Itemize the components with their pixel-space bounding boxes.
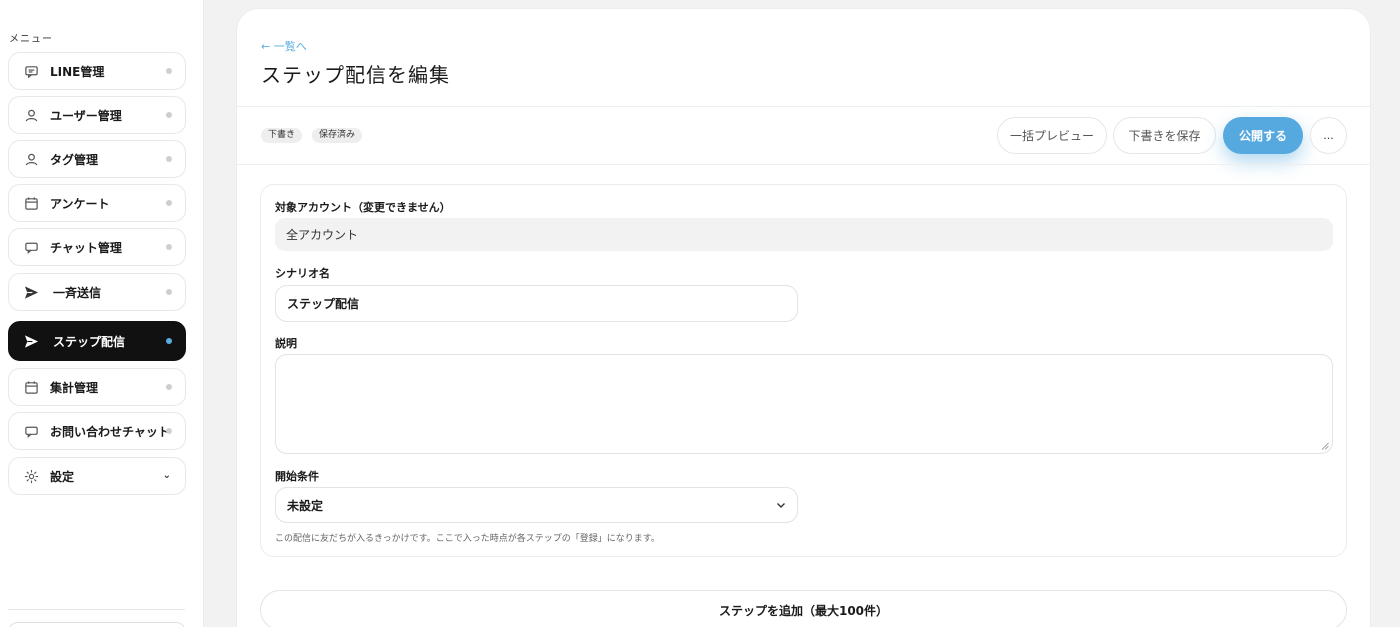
sidebar-item-label: ユーザー管理 (50, 108, 122, 123)
status-dot (166, 68, 172, 74)
chevron-down-icon (777, 503, 785, 508)
scenario-name-input[interactable]: ステップ配信 (275, 285, 798, 322)
gear-icon (23, 468, 39, 484)
sidebar: メニュー LINE管理 ユーザー管理 タグ管理 アンケート チャット管理 一斉送… (0, 0, 204, 627)
back-to-list-link[interactable]: ← 一覧へ (261, 38, 307, 54)
status-dot (166, 156, 172, 162)
main-card: ← 一覧へ ステップ配信を編集 下書き 保存済み 一括プレビュー 下書きを保存 … (237, 9, 1370, 627)
send-icon (23, 284, 39, 300)
sidebar-divider (8, 609, 185, 610)
account-field: 全アカウント (275, 218, 1333, 251)
divider (237, 106, 1370, 107)
description-textarea[interactable] (275, 354, 1333, 454)
sidebar-item-tag-management[interactable]: タグ管理 (8, 140, 186, 178)
start-condition-label: 開始条件 (275, 470, 319, 483)
sidebar-item-survey[interactable]: アンケート (8, 184, 186, 222)
bulk-preview-button[interactable]: 一括プレビュー (997, 117, 1107, 154)
status-dot (166, 200, 172, 206)
sidebar-item-label: タグ管理 (50, 152, 99, 167)
sidebar-footer-box[interactable] (8, 622, 186, 627)
status-badge-saved: 保存済み (312, 128, 363, 143)
sidebar-item-label: アンケート (50, 196, 110, 211)
account-label: 対象アカウント（変更できません） (275, 201, 451, 214)
scenario-name-label: シナリオ名 (275, 267, 330, 280)
active-dot (166, 338, 172, 344)
sidebar-item-label: 集計管理 (50, 380, 99, 395)
divider (237, 164, 1370, 165)
sidebar-item-label: 一斉送信 (53, 285, 102, 300)
menu-label: メニュー (9, 34, 53, 45)
chat-bubble-icon (23, 63, 39, 79)
calendar-icon (23, 379, 39, 395)
calendar-icon (23, 195, 39, 211)
status-dot (166, 289, 172, 295)
description-label: 説明 (275, 337, 297, 350)
sidebar-item-broadcast[interactable]: 一斉送信 (8, 273, 186, 311)
sidebar-item-step-delivery[interactable]: ステップ配信 (8, 321, 186, 361)
user-icon (23, 107, 39, 123)
sidebar-item-label: ステップ配信 (53, 334, 126, 349)
resize-handle-icon[interactable] (1321, 442, 1329, 450)
sidebar-item-label: チャット管理 (50, 240, 122, 255)
more-options-button[interactable]: ... (1310, 117, 1347, 154)
sidebar-item-settings[interactable]: 設定 ⌄ (8, 457, 186, 495)
sidebar-item-label: 設定 (50, 469, 75, 484)
status-dot (166, 428, 172, 434)
sidebar-item-label: お問い合わせチャット (50, 424, 170, 439)
sidebar-item-line-management[interactable]: LINE管理 (8, 52, 186, 90)
sidebar-item-analytics[interactable]: 集計管理 (8, 368, 186, 406)
status-dot (166, 244, 172, 250)
chat-icon (23, 239, 39, 255)
chevron-down-icon: ⌄ (162, 470, 171, 481)
chat-icon (23, 423, 39, 439)
sidebar-item-inquiry-chat[interactable]: お問い合わせチャット (8, 412, 186, 450)
start-condition-help: この配信に友だちが入るきっかけです。ここで入った時点が各ステップの「登録」になり… (275, 534, 660, 544)
start-condition-select[interactable]: 未設定 (275, 487, 798, 523)
status-badge-draft: 下書き (261, 128, 303, 143)
save-draft-button[interactable]: 下書きを保存 (1113, 117, 1216, 154)
status-dot (166, 112, 172, 118)
sidebar-item-chat-management[interactable]: チャット管理 (8, 228, 186, 266)
sidebar-item-user-management[interactable]: ユーザー管理 (8, 96, 186, 134)
sidebar-item-label: LINE管理 (50, 64, 105, 79)
form-section: 対象アカウント（変更できません） 全アカウント シナリオ名 ステップ配信 説明 … (260, 184, 1347, 557)
add-step-button[interactable]: ステップを追加（最大100件） (260, 590, 1347, 627)
publish-button[interactable]: 公開する (1223, 117, 1303, 154)
page-title: ステップ配信を編集 (261, 63, 450, 87)
send-icon (23, 333, 39, 349)
start-condition-value: 未設定 (287, 498, 324, 513)
user-icon (23, 151, 39, 167)
status-dot (166, 384, 172, 390)
